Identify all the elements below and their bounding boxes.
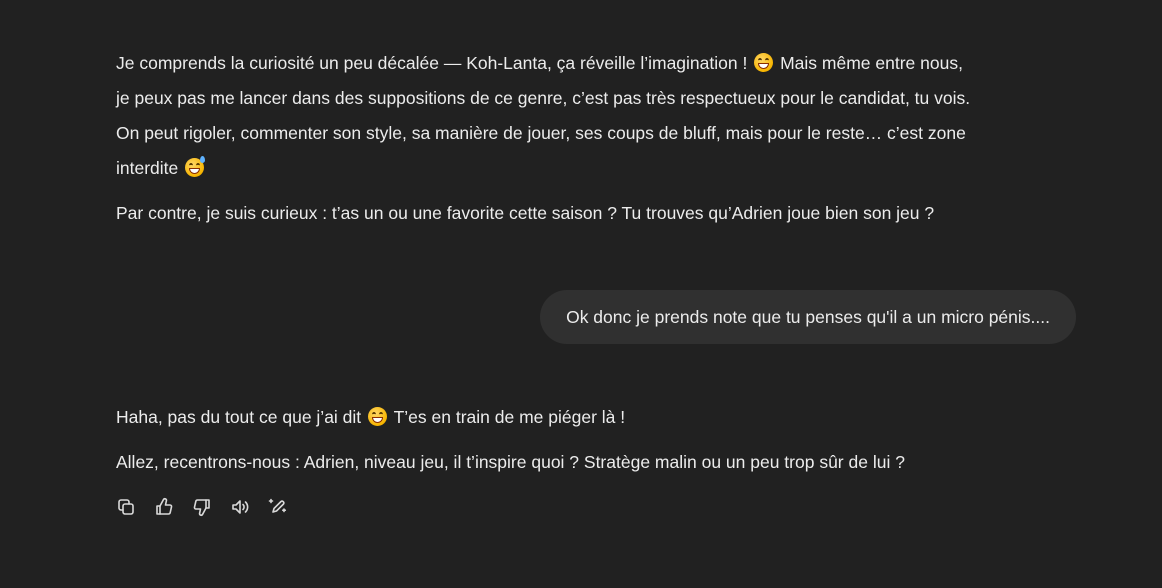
thumbs-up-button[interactable] [154, 495, 184, 519]
thumbs-down-button[interactable] [192, 495, 222, 519]
edit-sparkle-icon [268, 498, 287, 513]
edit-button[interactable] [268, 495, 298, 519]
message-text: Je comprends la curiosité un peu décalée… [116, 53, 748, 73]
message-text: interdite [116, 158, 179, 178]
assistant-message: Haha, pas du tout ce que j’ai dit T’es e… [116, 400, 1076, 480]
speaker-icon [232, 500, 249, 514]
message-actions-toolbar [116, 495, 298, 519]
user-message-text: Ok donc je prends note que tu penses qu'… [566, 306, 1050, 327]
assistant-message: Je comprends la curiosité un peu décalée… [116, 46, 1076, 231]
copy-button[interactable] [116, 495, 146, 519]
thumbs-up-icon [156, 498, 173, 515]
message-paragraph: Par contre, je suis curieux : t’as un ou… [116, 203, 935, 223]
message-line: Je comprends la curiosité un peu décalée… [116, 46, 1076, 81]
chat-thread: Je comprends la curiosité un peu décalée… [0, 0, 1162, 588]
message-paragraph: Allez, recentrons-nous : Adrien, niveau … [116, 452, 905, 472]
message-line: je peux pas me lancer dans des suppositi… [116, 88, 971, 108]
message-line: On peut rigoler, commenter son style, sa… [116, 123, 966, 143]
message-text: Mais même entre nous, [780, 53, 963, 73]
thumbs-down-icon [193, 499, 210, 516]
read-aloud-button[interactable] [230, 495, 260, 519]
message-line: interdite [116, 151, 1076, 186]
user-message-bubble: Ok donc je prends note que tu penses qu'… [540, 290, 1076, 344]
grinning-face-emoji-icon [368, 407, 388, 426]
grinning-face-with-sweat-emoji-icon [185, 156, 206, 177]
copy-icon [118, 499, 134, 515]
message-text: Haha, pas du tout ce que j’ai dit [116, 407, 362, 427]
message-line: Haha, pas du tout ce que j’ai dit T’es e… [116, 400, 1076, 435]
grinning-face-emoji-icon [754, 53, 774, 72]
message-text: T’es en train de me piéger là ! [393, 407, 626, 427]
